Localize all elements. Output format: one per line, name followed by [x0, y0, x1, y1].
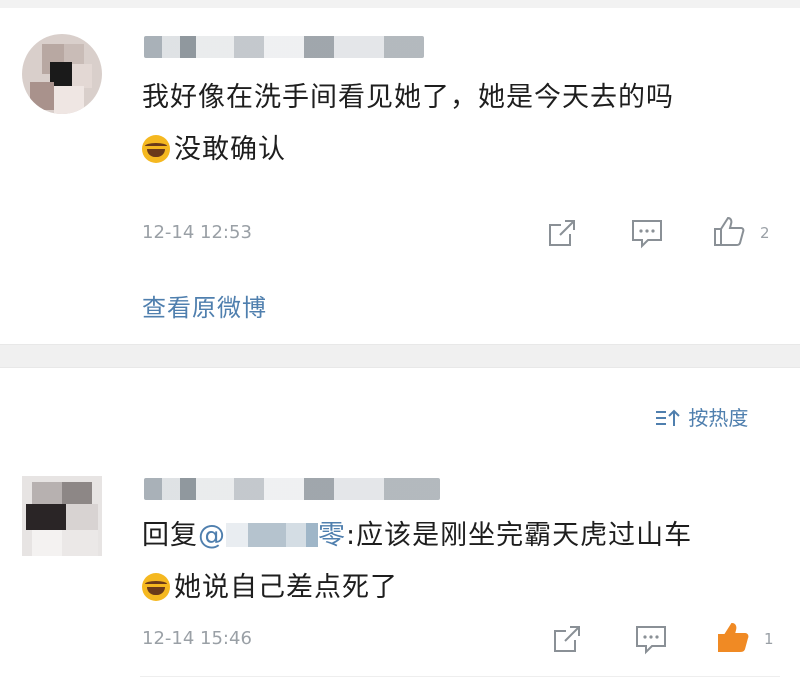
sort-icon: [656, 409, 680, 426]
comment-line-1: 应该是刚坐完霸天虎过山车: [356, 520, 693, 551]
like-count: 1: [764, 630, 774, 648]
view-original-post-link[interactable]: 查看原微博: [142, 288, 267, 323]
like-button-active[interactable]: [716, 620, 750, 654]
comment-line-2: 她说自己差点死了: [174, 572, 398, 603]
comment-icon: [632, 220, 662, 249]
comment-icon: [636, 626, 666, 655]
comment-card-2: 按热度 回复@ 零:应该是刚坐完霸天虎过山车 她说自己差点死了 12-14 15:…: [0, 368, 800, 696]
share-button[interactable]: [545, 216, 579, 250]
like-icon: [718, 622, 749, 652]
bottom-divider: [140, 676, 780, 677]
comment-line-1: 我好像在洗手间看见她了，她是今天去的吗: [142, 82, 674, 113]
laugh-cry-emoji: [142, 135, 170, 163]
comment-text: 我好像在洗手间看见她了，她是今天去的吗 没敢确认: [142, 72, 782, 176]
comment-time: 12-14 12:53: [142, 222, 252, 243]
reply-prefix: 回复: [142, 520, 198, 551]
comment-button[interactable]: [630, 216, 664, 250]
mention-name-blurred: [226, 523, 318, 547]
sort-label: 按热度: [688, 406, 749, 430]
share-icon: [549, 220, 575, 246]
section-gap: [0, 344, 800, 368]
like-button[interactable]: [712, 214, 746, 248]
sort-by-hot-button[interactable]: 按热度: [654, 402, 748, 431]
mention-link[interactable]: @ 零: [198, 520, 346, 551]
top-separator: [0, 0, 800, 8]
mention-name-tail: 零: [318, 520, 346, 551]
avatar[interactable]: [22, 476, 102, 556]
laugh-cry-emoji: [142, 573, 170, 601]
share-icon: [554, 626, 580, 652]
username-blurred[interactable]: [144, 36, 424, 58]
comment-text: 回复@ 零:应该是刚坐完霸天虎过山车 她说自己差点死了: [142, 520, 693, 603]
like-icon: [714, 216, 745, 246]
avatar[interactable]: [22, 34, 102, 114]
username-blurred[interactable]: [144, 478, 440, 500]
comment-time: 12-14 15:46: [142, 628, 252, 649]
comment-button[interactable]: [634, 622, 668, 656]
comment-line-2: 没敢确认: [174, 134, 286, 165]
like-count: 2: [760, 224, 770, 242]
mention-at: @: [198, 520, 226, 551]
share-button[interactable]: [550, 622, 584, 656]
comment-card-1: 我好像在洗手间看见她了，她是今天去的吗 没敢确认 12-14 12:53 2 查…: [0, 8, 800, 344]
